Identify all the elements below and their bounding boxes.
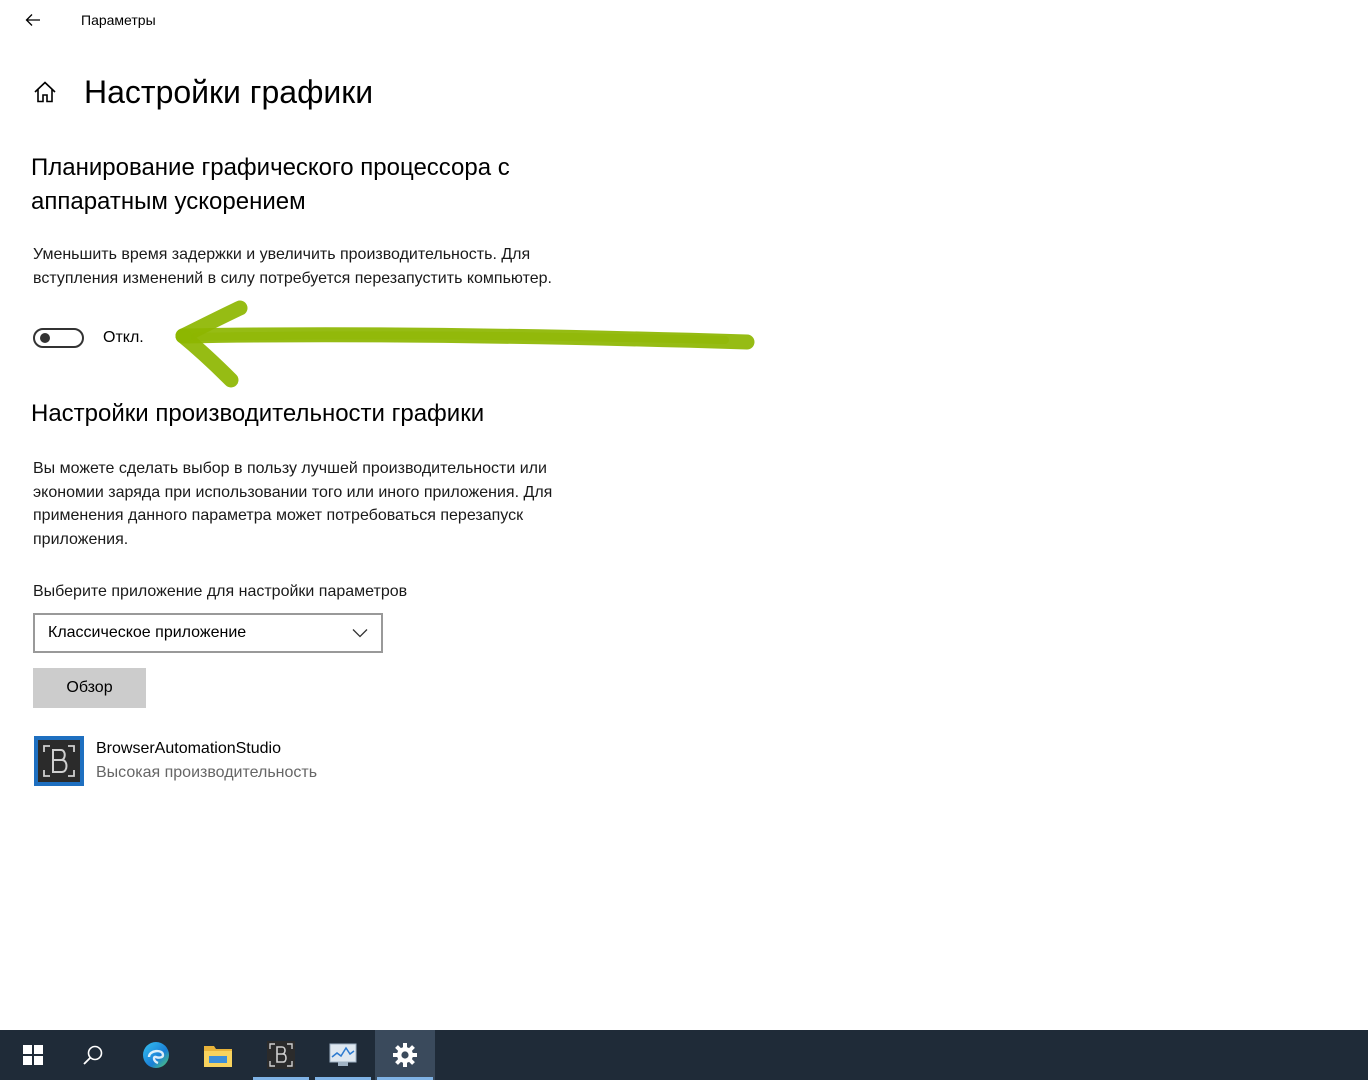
window-title: Параметры xyxy=(81,12,156,28)
task-manager-icon xyxy=(329,1043,357,1066)
search-icon xyxy=(83,1045,103,1065)
edge-icon xyxy=(143,1042,169,1068)
taskbar-search-button[interactable] xyxy=(63,1030,123,1080)
app-list-item[interactable]: BrowserAutomationStudio Высокая производ… xyxy=(34,736,434,786)
gpu-scheduling-description: Уменьшить время задержки и увеличить про… xyxy=(33,246,552,287)
toggle-state-label: Откл. xyxy=(103,329,144,346)
browse-button[interactable]: Обзор xyxy=(33,668,146,708)
chevron-down-icon xyxy=(352,624,370,642)
gpu-scheduling-toggle-row: Откл. xyxy=(33,325,144,351)
browser-automation-studio-icon xyxy=(267,1041,295,1069)
taskbar-task-manager[interactable] xyxy=(313,1030,373,1080)
annotation-arrow-icon xyxy=(175,300,755,388)
home-icon[interactable] xyxy=(32,77,62,107)
taskbar-edge[interactable] xyxy=(126,1030,186,1080)
page-header: Настройки графики xyxy=(32,70,373,114)
windows-start-icon xyxy=(23,1045,43,1065)
back-button[interactable] xyxy=(14,4,52,36)
performance-title: Настройки производительности графики xyxy=(31,400,485,427)
select-value: Классическое приложение xyxy=(48,624,247,641)
gpu-scheduling-title: Планирование графического процессора с а… xyxy=(31,154,510,215)
file-explorer-icon xyxy=(204,1046,232,1067)
taskbar xyxy=(0,1030,1368,1080)
app-select-label: Выберите приложение для настройки параме… xyxy=(33,583,408,600)
taskbar-file-explorer[interactable] xyxy=(188,1030,248,1080)
performance-description: Вы можете сделать выбор в пользу лучшей … xyxy=(33,460,553,548)
title-bar: Параметры xyxy=(0,0,1368,40)
app-type-select[interactable]: Классическое приложение xyxy=(33,613,383,653)
taskbar-browser-automation-studio[interactable] xyxy=(251,1030,311,1080)
settings-gear-icon xyxy=(393,1043,417,1067)
toggle-knob xyxy=(40,333,50,343)
page-title: Настройки графики xyxy=(84,73,374,110)
app-name: BrowserAutomationStudio xyxy=(96,740,281,757)
arrow-left-icon xyxy=(25,14,40,26)
app-text: BrowserAutomationStudio Высокая производ… xyxy=(96,737,317,785)
start-button[interactable] xyxy=(3,1030,63,1080)
browser-automation-studio-icon xyxy=(34,736,84,786)
app-status: Высокая производительность xyxy=(96,764,318,781)
settings-window: Параметры Настройки графики Планирование… xyxy=(0,0,1368,1080)
gpu-scheduling-toggle[interactable] xyxy=(33,328,84,348)
taskbar-settings[interactable] xyxy=(375,1030,435,1080)
